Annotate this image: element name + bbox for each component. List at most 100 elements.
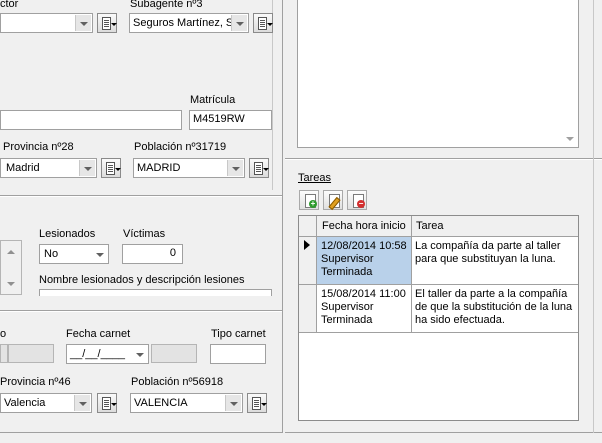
disabled-field-3 [151,344,197,363]
provincia1-label: Provincia nº28 [3,141,74,153]
scroll-down-icon[interactable] [566,137,574,141]
fecha-carnet-label: Fecha carnet [66,328,131,340]
panel-border-right [282,0,283,433]
chevron-down-icon[interactable] [79,160,95,176]
window-border-right [593,0,594,433]
poblacion1-combo[interactable]: MADRID [133,158,245,178]
row-datetime-cell[interactable]: 12/08/2014 10:58 Supervisor Terminada [317,237,412,284]
lesionados-value: No [44,248,59,260]
table-row[interactable]: 15/08/2014 11:00 Supervisor Terminada El… [299,285,578,333]
group-separator-light [0,196,283,197]
poblacion2-combo[interactable]: VALENCIA [130,393,243,413]
row-datetime: 12/08/2014 10:58 [321,240,407,252]
row-indicator [299,237,317,284]
subagente-value: Seguros Martínez, S [133,17,234,29]
row-status: Terminada [321,266,373,278]
chevron-down-icon[interactable] [227,160,243,176]
subagente-combo[interactable]: Seguros Martínez, S [129,13,249,33]
chevron-down-icon[interactable] [132,346,147,362]
col-header-fecha[interactable]: Fecha hora inicio [317,216,412,236]
add-task-icon: + [309,199,317,208]
document-icon [106,162,115,175]
grid-header: Fecha hora inicio Tarea [299,216,578,237]
provincia2-lookup-button[interactable] [97,393,117,413]
row-role: Supervisor [321,301,374,313]
poblacion1-lookup-button[interactable] [249,158,269,178]
row-tarea-line: La compañía da parte al taller [415,240,561,252]
delete-task-button[interactable]: − [347,190,367,210]
lesionados-label: Lesionados [39,228,96,240]
actor-lookup-button[interactable] [97,13,117,33]
chevron-down-icon[interactable] [75,15,91,31]
row-role: Supervisor [321,253,374,265]
row-tarea-cell[interactable]: La compañía da parte al taller para que … [412,237,578,284]
victimas-field[interactable]: 0 [122,244,183,264]
poblacion2-lookup-button[interactable] [247,393,267,413]
document-icon [258,17,267,30]
current-row-arrow-icon [304,240,310,250]
poblacion1-label: Población nº31719 [134,141,227,153]
document-icon [102,17,111,30]
document-icon [254,162,263,175]
poblacion2-value: VALENCIA [134,397,188,409]
nombre-lesionados-label: Nombre lesionados y descripción lesiones [39,274,245,286]
chevron-down-icon[interactable] [74,395,90,411]
chevron-down-icon[interactable] [92,246,107,262]
col-o-label: o [0,328,7,340]
notes-textarea[interactable] [297,0,579,148]
edit-task-button[interactable] [323,190,343,211]
row-tarea-line: de que la substitución de la luna [415,301,573,313]
disabled-field-2 [8,344,54,363]
row-datetime: 15/08/2014 11:00 [321,288,406,300]
left-disabled-field [0,344,8,363]
subagente-lookup-button[interactable] [253,13,273,33]
chevron-down-icon[interactable] [225,395,241,411]
document-icon [252,397,261,410]
provincia2-combo[interactable]: Valencia [0,393,92,413]
table-row[interactable]: 12/08/2014 10:58 Supervisor Terminada La… [299,237,578,285]
panel-border-bottom [0,432,283,433]
tipo-carnet-field[interactable] [210,344,266,364]
form-panel: ctor Subagente nº3 Seguros Martínez, S M… [0,0,283,433]
fecha-carnet-combo[interactable]: __/__/____ [66,344,149,364]
left-list-box[interactable] [0,240,22,295]
chevron-down-icon[interactable] [231,15,247,31]
group-separator-light [0,311,283,312]
fecha-carnet-value: __/__/____ [70,348,126,360]
scroll-down-icon[interactable] [7,282,15,286]
nombre-lesionados-field[interactable] [39,289,272,296]
scroll-up-icon[interactable] [7,250,15,254]
provincia2-value: Valencia [4,397,46,409]
provincia1-value: Madrid [6,162,40,174]
row-indicator [299,285,317,332]
matricula-field[interactable]: M4519RW [189,110,272,130]
panel-separator-light [285,159,602,160]
row-tarea-line: para que substituyan la luna. [415,253,556,265]
actor-combo[interactable] [0,13,93,33]
victimas-label: Víctimas [123,228,166,240]
row-status: Terminada [321,314,373,326]
window-border-bottom [285,432,602,433]
address-field[interactable] [0,110,182,130]
row-tarea-line: El taller da parte a la compañía [415,288,568,300]
tipo-carnet-label: Tipo carnet [211,328,266,340]
provincia2-label: Provincia nº46 [0,376,71,388]
col-header-tarea[interactable]: Tarea [412,216,578,236]
subagente-label: Subagente nº3 [130,0,203,10]
add-task-button[interactable]: + [299,190,319,210]
poblacion2-label: Población nº56918 [131,376,224,388]
row-tarea-cell[interactable]: El taller da parte a la compañía de que … [412,285,578,332]
actor-label: ctor [0,0,19,10]
notes-scrollbar[interactable] [562,0,578,147]
row-datetime-cell[interactable]: 15/08/2014 11:00 Supervisor Terminada [317,285,412,332]
provincia1-combo[interactable]: Madrid [0,158,97,178]
row-tarea-line: ha sido efectuada. [415,314,505,326]
matricula-label: Matrícula [190,94,236,106]
tasks-grid[interactable]: Fecha hora inicio Tarea 12/08/2014 10:58… [298,215,579,421]
poblacion1-value: MADRID [137,162,181,174]
delete-task-icon: − [357,199,365,208]
provincia1-lookup-button[interactable] [101,158,121,178]
document-icon [102,397,111,410]
row-indicator-header [299,216,317,236]
lesionados-combo[interactable]: No [39,244,109,264]
